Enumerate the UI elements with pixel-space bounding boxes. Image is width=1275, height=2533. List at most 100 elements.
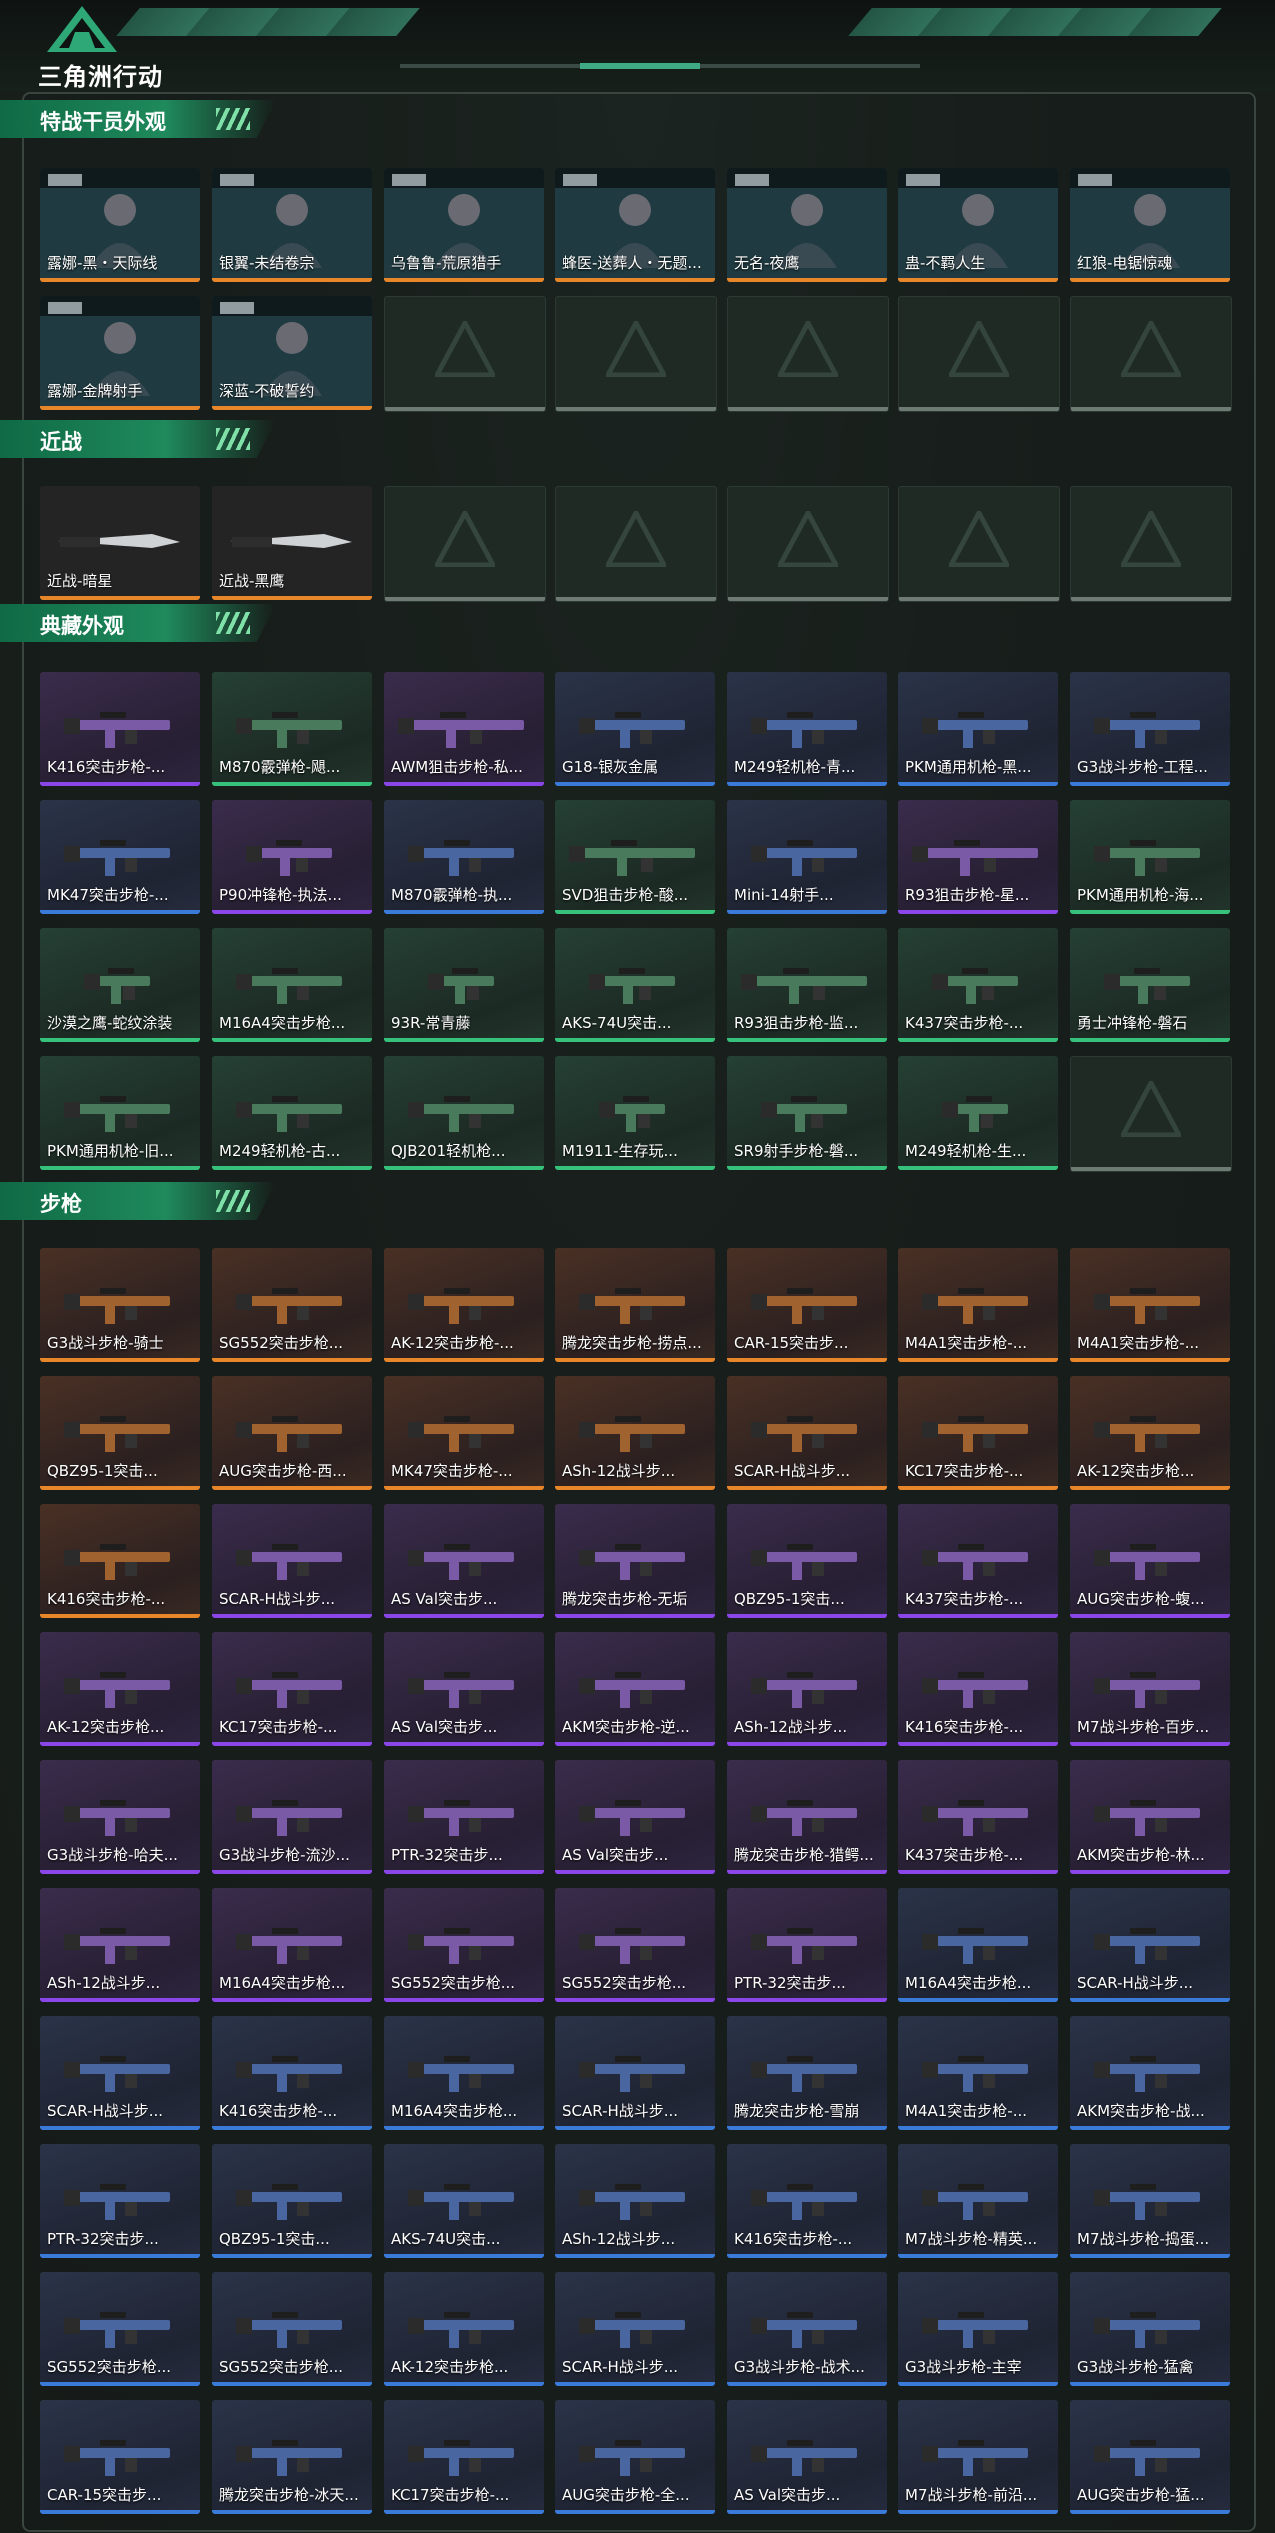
skin-card[interactable]: K416突击步枪-... [40,1504,200,1618]
skin-card[interactable]: 乌鲁鲁-荒原猎手 [384,168,544,282]
skin-card[interactable]: M7战斗步枪-前沿... [898,2400,1058,2514]
skin-card[interactable]: AUG突击步枪-西... [212,1376,372,1490]
skin-card[interactable]: M1911-生存玩... [555,1056,715,1170]
skin-card[interactable]: AS Val突击步... [384,1504,544,1618]
skin-card[interactable]: AK-12突击步枪... [1070,1376,1230,1490]
skin-card[interactable]: AKS-74U突击... [555,928,715,1042]
skin-card[interactable]: 红狼-电锯惊魂 [1070,168,1230,282]
skin-card[interactable]: PKM通用机枪-旧... [40,1056,200,1170]
skin-card[interactable]: M7战斗步枪-捣蛋... [1070,2144,1230,2258]
skin-card[interactable]: SG552突击步枪... [212,2272,372,2386]
skin-card[interactable]: KC17突击步枪-... [384,2400,544,2514]
skin-card[interactable]: 沙漠之鹰-蛇纹涂装 [40,928,200,1042]
skin-card[interactable]: SCAR-H战斗步... [555,2272,715,2386]
skin-card[interactable]: M7战斗步枪-百步... [1070,1632,1230,1746]
skin-card[interactable]: AS Val突击步... [555,1760,715,1874]
skin-card[interactable]: 蛊-不羁人生 [898,168,1058,282]
skin-card[interactable]: 露娜-金牌射手 [40,296,200,410]
skin-card[interactable]: KC17突击步枪-... [898,1376,1058,1490]
skin-card[interactable]: G3战斗步枪-工程... [1070,672,1230,786]
skin-card[interactable]: AS Val突击步... [727,2400,887,2514]
skin-card[interactable]: 近战-黑鹰 [212,486,372,600]
skin-card[interactable]: PKM通用机枪-黑... [898,672,1058,786]
skin-card[interactable]: SG552突击步枪... [555,1888,715,2002]
skin-card[interactable]: M249轻机枪-青... [727,672,887,786]
skin-card[interactable]: PTR-32突击步... [384,1760,544,1874]
skin-card[interactable]: PTR-32突击步... [40,2144,200,2258]
skin-card[interactable]: P90冲锋枪-执法... [212,800,372,914]
skin-card[interactable]: SG552突击步枪... [384,1888,544,2002]
skin-card[interactable]: AK-12突击步枪-... [384,1248,544,1362]
skin-card[interactable]: 深蓝-不破誓约 [212,296,372,410]
skin-card[interactable]: QBZ95-1突击... [212,2144,372,2258]
skin-card[interactable]: K416突击步枪-... [898,1632,1058,1746]
skin-card[interactable]: K437突击步枪-... [898,1504,1058,1618]
skin-card[interactable]: PKM通用机枪-海... [1070,800,1230,914]
skin-card[interactable]: M4A1突击步枪-... [1070,1248,1230,1362]
skin-card[interactable]: QBZ95-1突击... [727,1504,887,1618]
skin-card[interactable]: 腾龙突击步枪-雪崩 [727,2016,887,2130]
skin-card[interactable]: ASh-12战斗步... [40,1888,200,2002]
skin-card[interactable]: SG552突击步枪... [212,1248,372,1362]
skin-card[interactable]: K416突击步枪-... [212,2016,372,2130]
skin-card[interactable]: M4A1突击步枪-... [898,2016,1058,2130]
skin-card[interactable]: K416突击步枪-... [40,672,200,786]
skin-card[interactable]: SCAR-H战斗步... [555,2016,715,2130]
skin-card[interactable]: M16A4突击步枪... [212,928,372,1042]
skin-card[interactable]: AS Val突击步... [384,1632,544,1746]
skin-card[interactable]: G3战斗步枪-骑士 [40,1248,200,1362]
skin-card[interactable]: SCAR-H战斗步... [1070,1888,1230,2002]
skin-card[interactable]: M4A1突击步枪-... [898,1248,1058,1362]
skin-card[interactable]: AK-12突击步枪... [40,1632,200,1746]
skin-card[interactable]: M16A4突击步枪... [384,2016,544,2130]
skin-card[interactable]: 腾龙突击步枪-猎鳄... [727,1760,887,1874]
skin-card[interactable]: 蜂医-送葬人・无题... [555,168,715,282]
skin-card[interactable]: R93狙击步枪-星... [898,800,1058,914]
skin-card[interactable]: 93R-常青藤 [384,928,544,1042]
skin-card[interactable]: M870霰弹枪-飓... [212,672,372,786]
skin-card[interactable]: G3战斗步枪-主宰 [898,2272,1058,2386]
skin-card[interactable]: AKM突击步枪-逆... [555,1632,715,1746]
skin-card[interactable]: G18-银灰金属 [555,672,715,786]
skin-card[interactable]: M249轻机枪-古... [212,1056,372,1170]
skin-card[interactable]: ASh-12战斗步... [727,1632,887,1746]
skin-card[interactable]: QBZ95-1突击... [40,1376,200,1490]
skin-card[interactable]: 银翼-未结卷宗 [212,168,372,282]
skin-card[interactable]: G3战斗步枪-流沙... [212,1760,372,1874]
skin-card[interactable]: 无名-夜鹰 [727,168,887,282]
skin-card[interactable]: AKM突击步枪-林... [1070,1760,1230,1874]
skin-card[interactable]: K437突击步枪-... [898,928,1058,1042]
skin-card[interactable]: MK47突击步枪-... [40,800,200,914]
skin-card[interactable]: AK-12突击步枪... [384,2272,544,2386]
skin-card[interactable]: 露娜-黑・天际线 [40,168,200,282]
skin-card[interactable]: K437突击步枪-... [898,1760,1058,1874]
skin-card[interactable]: CAR-15突击步... [40,2400,200,2514]
skin-card[interactable]: PTR-32突击步... [727,1888,887,2002]
skin-card[interactable]: M870霰弹枪-执... [384,800,544,914]
skin-card[interactable]: MK47突击步枪-... [384,1376,544,1490]
skin-card[interactable]: ASh-12战斗步... [555,2144,715,2258]
skin-card[interactable]: SCAR-H战斗步... [212,1504,372,1618]
skin-card[interactable]: M16A4突击步枪... [212,1888,372,2002]
skin-card[interactable]: 腾龙突击步枪-捞点... [555,1248,715,1362]
skin-card[interactable]: AWM狙击步枪-私... [384,672,544,786]
skin-card[interactable]: M7战斗步枪-精英... [898,2144,1058,2258]
skin-card[interactable]: R93狙击步枪-监... [727,928,887,1042]
skin-card[interactable]: AUG突击步枪-蝮... [1070,1504,1230,1618]
skin-card[interactable]: G3战斗步枪-战术... [727,2272,887,2386]
skin-card[interactable]: G3战斗步枪-哈夫... [40,1760,200,1874]
skin-card[interactable]: SCAR-H战斗步... [40,2016,200,2130]
skin-card[interactable]: SR9射手步枪-磐... [727,1056,887,1170]
skin-card[interactable]: AUG突击步枪-全... [555,2400,715,2514]
skin-card[interactable]: AKS-74U突击... [384,2144,544,2258]
skin-card[interactable]: G3战斗步枪-猛禽 [1070,2272,1230,2386]
skin-card[interactable]: 勇士冲锋枪-磐石 [1070,928,1230,1042]
skin-card[interactable]: ASh-12战斗步... [555,1376,715,1490]
skin-card[interactable]: M16A4突击步枪... [898,1888,1058,2002]
skin-card[interactable]: SCAR-H战斗步... [727,1376,887,1490]
skin-card[interactable]: AKM突击步枪-战... [1070,2016,1230,2130]
skin-card[interactable]: SG552突击步枪... [40,2272,200,2386]
skin-card[interactable]: AUG突击步枪-猛... [1070,2400,1230,2514]
skin-card[interactable]: QJB201轻机枪... [384,1056,544,1170]
skin-card[interactable]: 近战-暗星 [40,486,200,600]
